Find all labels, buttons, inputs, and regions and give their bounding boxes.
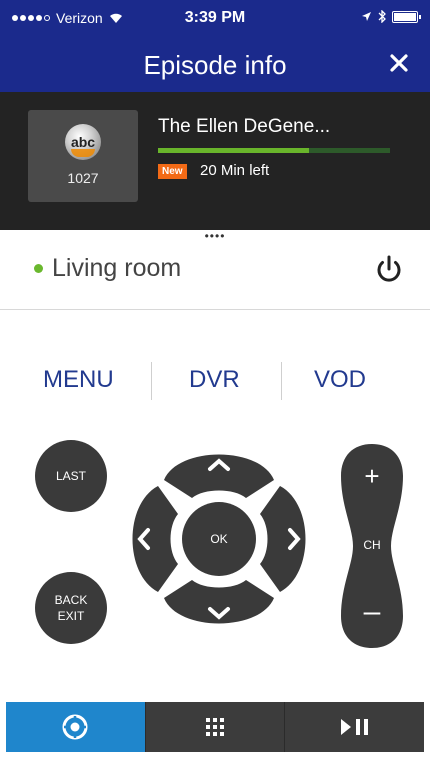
room-selector[interactable]: Living room bbox=[0, 240, 430, 310]
close-icon bbox=[390, 54, 408, 72]
episode-progress-bar bbox=[158, 148, 390, 153]
room-status-dot bbox=[34, 264, 43, 273]
episode-progress-fill bbox=[158, 148, 309, 153]
channel-label: CH bbox=[363, 538, 381, 552]
play-pause-icon bbox=[340, 719, 368, 735]
status-indicators bbox=[361, 10, 421, 23]
channel-down-button[interactable]: – bbox=[339, 592, 405, 632]
location-arrow-icon bbox=[362, 12, 371, 21]
now-playing-panel[interactable]: abc 1027 The Ellen DeGene... New 20 Min … bbox=[0, 92, 430, 230]
dvr-button[interactable]: DVR bbox=[189, 366, 240, 394]
remote-control-icon bbox=[62, 714, 88, 740]
ok-button[interactable]: OK bbox=[182, 502, 256, 576]
page-title: Episode info bbox=[143, 50, 287, 80]
vod-button[interactable]: VOD bbox=[314, 366, 366, 394]
last-label: LAST bbox=[55, 469, 86, 483]
power-button[interactable] bbox=[372, 252, 406, 286]
bluetooth-icon bbox=[378, 10, 386, 23]
channel-tile: abc 1027 bbox=[28, 110, 138, 202]
room-name: Living room bbox=[52, 254, 182, 282]
status-bar: Verizon 3:39 PM bbox=[0, 0, 430, 38]
ok-label: OK bbox=[210, 532, 228, 546]
exit-label: EXIT bbox=[57, 609, 85, 623]
bottom-tab-bar bbox=[6, 702, 424, 752]
tab-keypad[interactable] bbox=[144, 702, 285, 752]
menu-row: MENU DVR VOD bbox=[0, 360, 430, 400]
menu-button[interactable]: MENU bbox=[43, 366, 114, 394]
episode-info-header: Episode info bbox=[0, 38, 430, 92]
menu-divider bbox=[151, 362, 152, 400]
tab-playback[interactable] bbox=[284, 702, 424, 752]
back-label: BACK bbox=[54, 593, 88, 607]
back-exit-button[interactable]: BACK EXIT bbox=[35, 572, 107, 644]
menu-divider bbox=[281, 362, 282, 400]
channel-up-button[interactable]: + bbox=[339, 456, 405, 496]
close-button[interactable] bbox=[382, 46, 416, 80]
show-title: The Ellen DeGene... bbox=[158, 116, 331, 137]
battery-icon bbox=[392, 10, 421, 23]
network-logo: abc bbox=[65, 124, 101, 160]
time-left: 20 Min left bbox=[200, 162, 270, 179]
channel-rocker: + CH – bbox=[339, 444, 405, 648]
power-icon bbox=[377, 255, 401, 282]
tab-remote[interactable] bbox=[6, 702, 145, 752]
channel-number: 1027 bbox=[67, 170, 99, 186]
keypad-icon bbox=[206, 718, 224, 736]
directional-pad: OK bbox=[118, 436, 320, 642]
last-button[interactable]: LAST bbox=[35, 440, 107, 512]
new-badge: New bbox=[158, 164, 187, 179]
